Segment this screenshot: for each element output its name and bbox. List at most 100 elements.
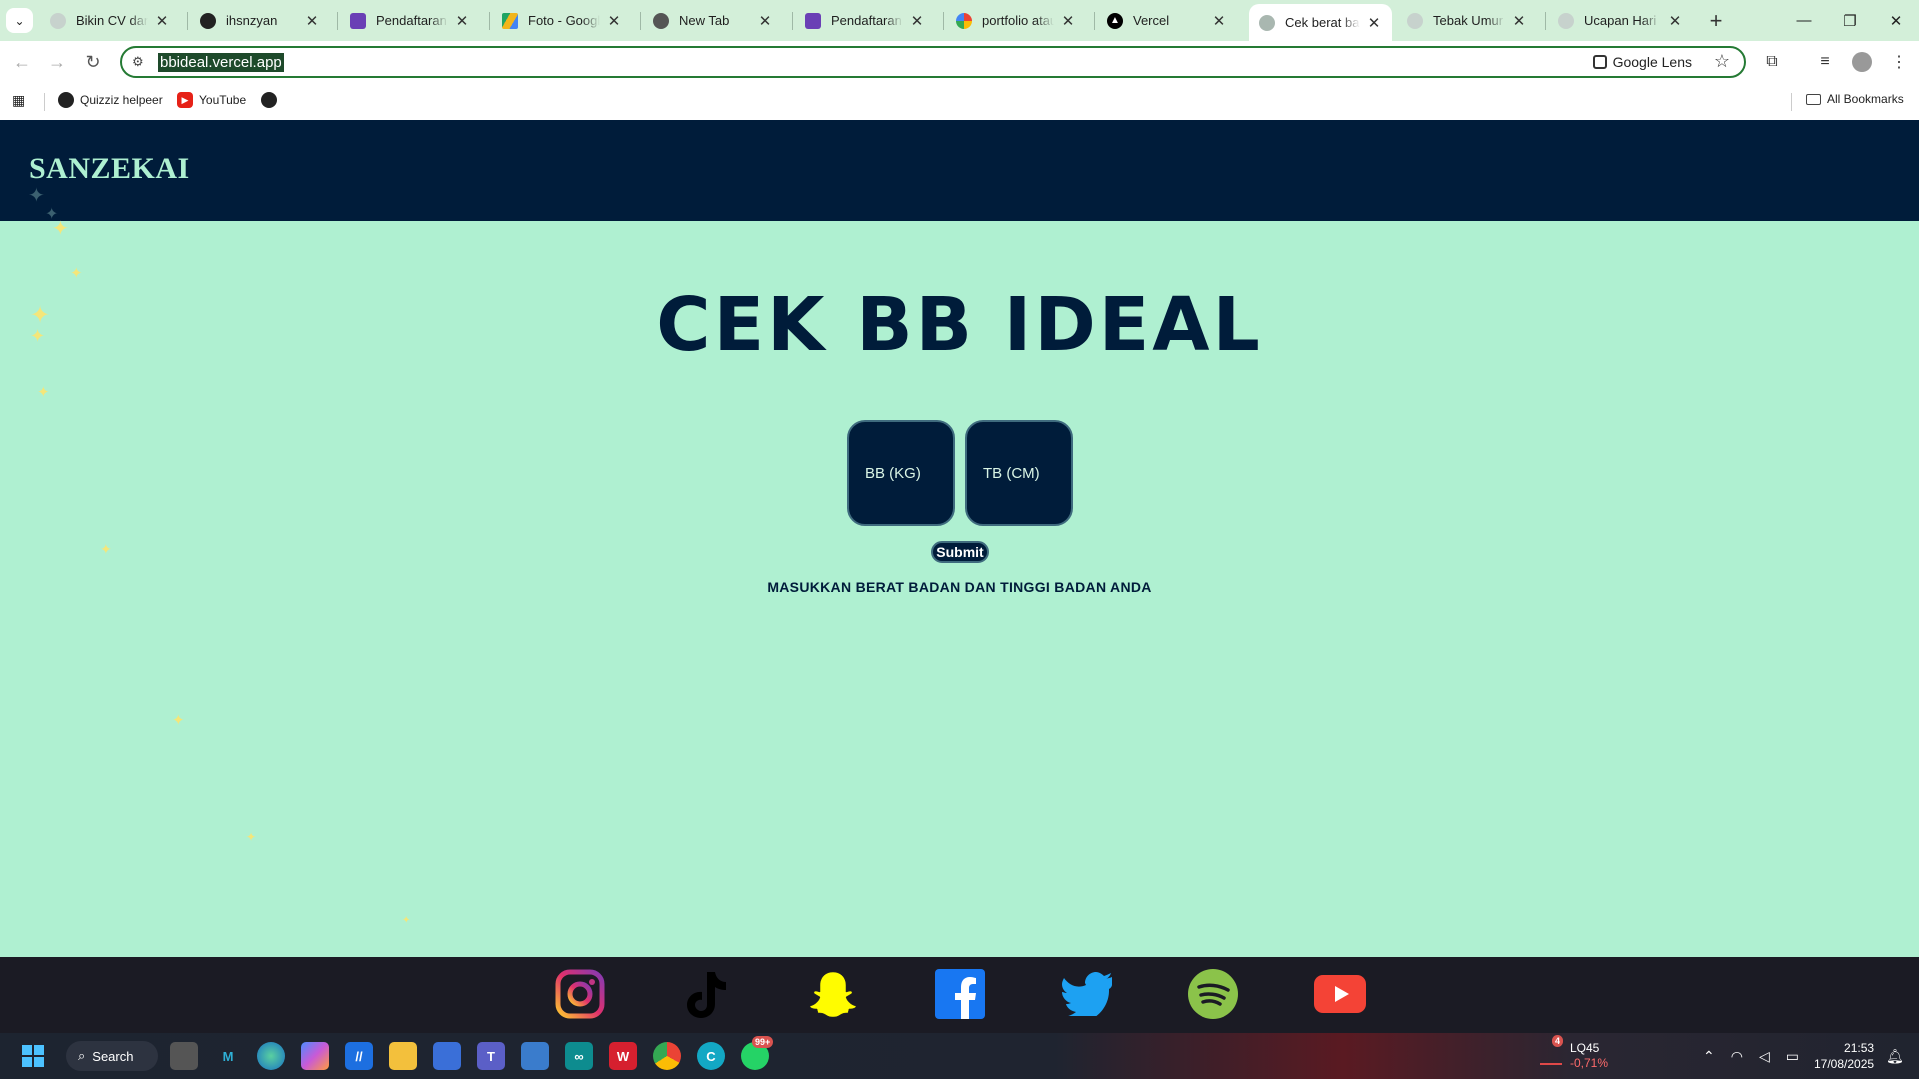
- tab-title: Cek berat badan ideal: [1285, 15, 1360, 30]
- close-icon[interactable]: ✕: [454, 12, 470, 30]
- puzzle-icon: ⧉: [1766, 53, 1778, 70]
- teams-icon[interactable]: T: [477, 1042, 505, 1070]
- close-icon[interactable]: ✕: [1211, 12, 1227, 30]
- close-window-button[interactable]: ✕: [1873, 0, 1919, 41]
- stock-widget[interactable]: 4 LQ45 -0,71%: [1540, 1033, 1608, 1079]
- snapchat-icon[interactable]: [807, 968, 859, 1020]
- twitter-icon[interactable]: [1061, 968, 1113, 1020]
- arduino-icon[interactable]: ∞: [565, 1042, 593, 1070]
- submit-button[interactable]: Submit: [931, 541, 989, 563]
- bookmark-quizziz[interactable]: Quizziz helpeer: [58, 92, 163, 108]
- minimize-button[interactable]: —: [1781, 0, 1827, 41]
- clock[interactable]: 21:53 17/08/2025: [1814, 1033, 1874, 1079]
- tab-8-active[interactable]: Cek berat badan ideal ✕: [1249, 4, 1392, 41]
- forward-button[interactable]: →: [43, 48, 71, 76]
- tab-4[interactable]: New Tab ✕: [643, 4, 783, 37]
- copilot-icon[interactable]: [301, 1042, 329, 1070]
- tab-6[interactable]: portfolio atau portofolio ✕: [946, 4, 1086, 37]
- tab-2[interactable]: Pendaftaran Anggota ✕: [340, 4, 480, 37]
- close-icon[interactable]: ✕: [606, 12, 622, 30]
- close-icon[interactable]: ✕: [1366, 14, 1382, 32]
- globe-icon: [261, 92, 277, 108]
- globe-icon: [1558, 12, 1574, 29]
- height-input[interactable]: [983, 464, 1067, 482]
- url-text[interactable]: bbideal.vercel.app: [158, 53, 284, 72]
- file-explorer-icon[interactable]: [389, 1042, 417, 1070]
- browser-menu-button[interactable]: ⋮: [1885, 48, 1913, 76]
- close-icon[interactable]: ✕: [154, 12, 170, 30]
- store-icon[interactable]: [433, 1042, 461, 1070]
- chrome-icon[interactable]: [653, 1042, 681, 1070]
- tab-title: portfolio atau portofolio: [982, 13, 1054, 28]
- bookmark-youtube[interactable]: ▶ YouTube: [177, 92, 246, 108]
- taskbar-search[interactable]: ⌕ Search: [66, 1041, 158, 1071]
- tab-3[interactable]: Foto - Google Drive ✕: [492, 4, 632, 37]
- tab-strip: ⌄ Bikin CV dan portfolio ✕ ihsnzyan ✕ Pe…: [0, 0, 1919, 41]
- tab-7[interactable]: ▲ Vercel ✕: [1097, 4, 1237, 37]
- youtube-icon[interactable]: [1314, 968, 1366, 1020]
- edge-icon[interactable]: [257, 1042, 285, 1070]
- close-icon[interactable]: ✕: [1060, 12, 1076, 30]
- instruction-text: MASUKKAN BERAT BADAN DAN TINGGI BADAN AN…: [767, 579, 1152, 595]
- site-info-icon[interactable]: ⚙: [132, 54, 144, 70]
- brand-logo-text[interactable]: SANZEKAI: [29, 152, 190, 186]
- tab-5[interactable]: Pendaftaran Anggota ✕: [795, 4, 935, 37]
- photos-icon[interactable]: [521, 1042, 549, 1070]
- whatsapp-icon[interactable]: 99+: [741, 1036, 774, 1070]
- close-icon[interactable]: ✕: [1667, 12, 1683, 30]
- close-icon[interactable]: ✕: [757, 12, 773, 30]
- tab-9[interactable]: Tebak Umur ✕: [1397, 4, 1537, 37]
- notifications-button[interactable]: 🔔︎: [1886, 1033, 1904, 1079]
- canva-icon[interactable]: C: [697, 1042, 725, 1070]
- app-ai-icon[interactable]: //: [345, 1042, 373, 1070]
- all-bookmarks-button[interactable]: All Bookmarks: [1806, 92, 1904, 106]
- close-icon[interactable]: ✕: [304, 12, 320, 30]
- app-m-icon[interactable]: M: [214, 1042, 242, 1070]
- facebook-icon[interactable]: [934, 968, 986, 1020]
- wps-icon[interactable]: W: [609, 1042, 637, 1070]
- extensions-button[interactable]: ⧉: [1758, 48, 1786, 76]
- new-tab-button[interactable]: +: [1702, 7, 1730, 35]
- battery-icon[interactable]: ▭: [1786, 1048, 1799, 1065]
- back-button[interactable]: ←: [8, 48, 36, 76]
- windows-start-button[interactable]: [19, 1042, 47, 1070]
- tab-0[interactable]: Bikin CV dan portfolio ✕: [40, 4, 180, 37]
- globe-icon: [58, 92, 74, 108]
- weight-input[interactable]: [865, 464, 949, 482]
- tiktok-icon[interactable]: [680, 968, 732, 1020]
- taskbar: ⌕ Search M // T ∞ W C 99+ 4 LQ45 -0,71% …: [0, 1033, 1919, 1079]
- profile-button[interactable]: [1848, 48, 1876, 76]
- task-view-icon[interactable]: [170, 1042, 198, 1070]
- volume-icon[interactable]: ◁: [1759, 1048, 1770, 1065]
- chevron-up-icon[interactable]: ⌃: [1703, 1048, 1715, 1065]
- vercel-icon: ▲: [1107, 12, 1123, 29]
- tab-10[interactable]: Ucapan Hari Raya ✕: [1548, 4, 1693, 37]
- globe-icon: [1407, 12, 1423, 29]
- bookmark-star-icon[interactable]: ☆: [1714, 51, 1730, 72]
- tab-search-button[interactable]: ⌄: [6, 8, 33, 33]
- playlist-icon: ≡: [1820, 53, 1830, 70]
- instagram-icon[interactable]: [554, 968, 606, 1020]
- address-bar[interactable]: ⚙ bbideal.vercel.app Google Lens ☆: [120, 46, 1746, 78]
- page-title: CEK BB IDEAL: [656, 282, 1263, 368]
- spotify-icon[interactable]: [1187, 968, 1239, 1020]
- tab-title: Pendaftaran Anggota: [376, 13, 448, 28]
- close-icon[interactable]: ✕: [909, 12, 925, 30]
- restore-button[interactable]: ❐: [1827, 0, 1873, 41]
- tab-1[interactable]: ihsnzyan ✕: [190, 4, 330, 37]
- bookmark-label: Quizziz helpeer: [80, 93, 163, 107]
- weight-field[interactable]: [847, 420, 955, 526]
- system-tray: ⌃ ◠ ◁ ▭: [1703, 1033, 1799, 1079]
- github-icon: [200, 12, 216, 29]
- google-lens-button[interactable]: Google Lens: [1592, 54, 1692, 70]
- clock-time: 21:53: [1844, 1041, 1875, 1055]
- apps-grid-icon: ▦: [12, 92, 26, 108]
- bookmark-label: YouTube: [199, 93, 247, 107]
- bookmark-globe[interactable]: [261, 92, 277, 108]
- apps-button[interactable]: ▦: [12, 92, 25, 109]
- wifi-icon[interactable]: ◠: [1731, 1048, 1743, 1065]
- reload-button[interactable]: ↻: [79, 48, 107, 76]
- height-field[interactable]: [965, 420, 1073, 526]
- close-icon[interactable]: ✕: [1511, 12, 1527, 30]
- media-controls-button[interactable]: ≡: [1811, 48, 1839, 76]
